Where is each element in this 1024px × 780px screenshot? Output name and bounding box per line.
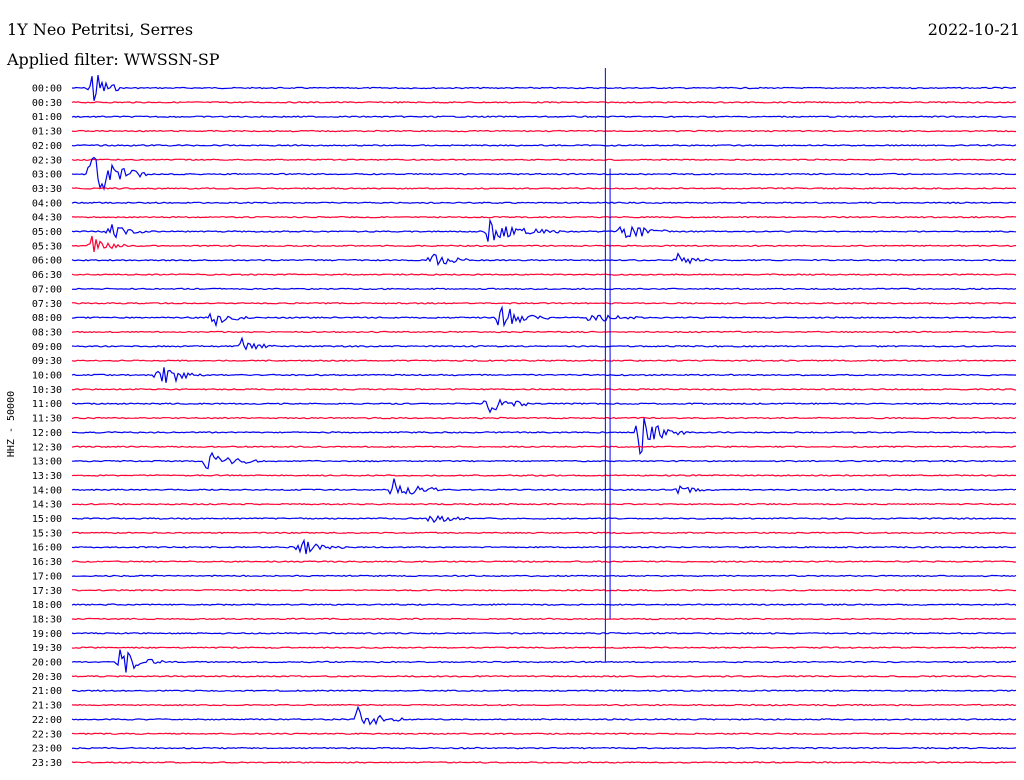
row-label: 16:30 <box>32 557 62 568</box>
row-label: 15:00 <box>32 514 62 525</box>
trace-line <box>71 646 1017 649</box>
row-label: 08:00 <box>32 313 62 324</box>
trace-line <box>71 705 1017 726</box>
row-label: 05:00 <box>32 227 62 238</box>
trace-line <box>71 502 1017 506</box>
trace-line <box>71 144 1017 147</box>
row-label: 03:30 <box>32 184 62 195</box>
trace-line <box>71 273 1017 276</box>
helicorder-plot: 00:00 00:30 01:00 01:30 02:00 02:30 03:00 03:30… <box>6 68 1017 769</box>
row-label: 11:00 <box>32 399 62 410</box>
trace-line <box>71 649 1017 673</box>
trace-line <box>71 589 1017 592</box>
row-label: 06:00 <box>32 256 62 267</box>
row-label: 23:00 <box>32 744 62 755</box>
row-label: 17:00 <box>32 571 62 582</box>
row-label: 08:30 <box>32 327 62 338</box>
row-label: 12:30 <box>32 442 62 453</box>
row-label: 21:00 <box>32 686 62 697</box>
row-label: 04:00 <box>32 198 62 209</box>
trace-line <box>71 445 1017 448</box>
row-label: 02:00 <box>32 141 62 152</box>
trace-line <box>71 474 1017 477</box>
trace-line <box>71 302 1017 305</box>
trace-rows: 00:00 00:30 01:00 01:30 02:00 02:30 03:00 03:30… <box>32 68 1017 769</box>
row-label: 01:30 <box>32 127 62 138</box>
trace-line <box>71 330 1017 334</box>
row-label: 06:30 <box>32 270 62 281</box>
row-label: 07:00 <box>32 284 62 295</box>
trace-line <box>71 235 1017 252</box>
trace-line <box>71 287 1017 291</box>
trace-line <box>71 367 1017 384</box>
row-label: 02:30 <box>32 155 62 166</box>
row-label: 09:00 <box>32 342 62 353</box>
row-label: 12:00 <box>32 428 62 439</box>
row-label: 00:30 <box>32 98 62 109</box>
row-label: 10:30 <box>32 385 62 396</box>
row-label: 04:30 <box>32 213 62 224</box>
trace-line <box>71 703 1017 707</box>
row-label: 00:00 <box>32 84 62 95</box>
row-label: 22:30 <box>32 729 62 740</box>
row-label: 15:30 <box>32 528 62 539</box>
trace-line <box>71 514 1016 524</box>
trace-line <box>71 478 1017 496</box>
row-label: 18:30 <box>32 614 62 625</box>
row-label: 22:00 <box>32 715 62 726</box>
trace-line <box>71 201 1017 205</box>
trace-line <box>71 158 1017 161</box>
row-label: 13:00 <box>32 457 62 468</box>
trace-line <box>71 187 1017 190</box>
row-label: 01:00 <box>32 112 62 123</box>
trace-line <box>71 675 1017 678</box>
trace-line <box>72 418 1017 456</box>
row-label: 14:30 <box>32 500 62 511</box>
trace-line <box>71 115 1017 118</box>
trace-line <box>71 531 1017 535</box>
trace-line <box>72 215 1017 219</box>
trace-line <box>71 560 1017 563</box>
row-label: 23:30 <box>32 758 62 769</box>
y-axis-label: HHZ - 50000 <box>6 391 17 457</box>
trace-line <box>71 416 1017 420</box>
trace-line <box>71 746 1017 750</box>
trace-line <box>71 252 1017 267</box>
row-label: 05:30 <box>32 241 62 252</box>
trace-line <box>71 388 1017 391</box>
row-label: 14:00 <box>32 485 62 496</box>
trace-line <box>71 603 1017 606</box>
row-label: 11:30 <box>32 414 62 425</box>
trace-line <box>71 632 1017 635</box>
trace-line <box>71 761 1017 764</box>
trace-line <box>71 101 1017 104</box>
trace-line <box>71 398 1017 414</box>
row-label: 10:00 <box>32 371 62 382</box>
row-label: 17:30 <box>32 586 62 597</box>
row-label: 03:00 <box>32 170 62 181</box>
trace-line <box>71 156 1017 191</box>
row-label: 09:30 <box>32 356 62 367</box>
trace-line <box>71 617 1017 621</box>
row-label: 19:00 <box>32 629 62 640</box>
trace-line <box>71 75 1017 101</box>
trace-line <box>71 218 1017 242</box>
trace-line <box>71 336 1017 351</box>
row-label: 07:30 <box>32 299 62 310</box>
trace-line <box>71 732 1017 735</box>
row-label: 20:30 <box>32 672 62 683</box>
row-label: 21:30 <box>32 701 62 712</box>
trace-line <box>71 129 1016 133</box>
trace-line <box>71 574 1017 578</box>
row-label: 16:00 <box>32 543 62 554</box>
row-label: 18:00 <box>32 600 62 611</box>
trace-line <box>71 305 1017 328</box>
row-label: 20:00 <box>32 658 62 669</box>
row-label: 13:30 <box>32 471 62 482</box>
trace-line <box>71 689 1017 692</box>
row-label: 19:30 <box>32 643 62 654</box>
trace-line <box>71 538 1017 555</box>
trace-line <box>71 359 1017 362</box>
trace-line <box>71 451 1017 470</box>
